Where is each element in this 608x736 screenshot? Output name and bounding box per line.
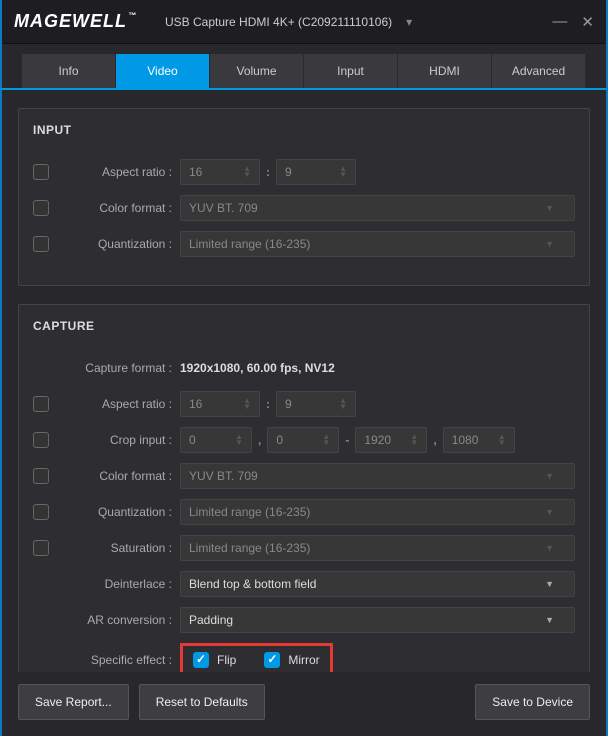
input-aspect-label: Aspect ratio :	[65, 165, 180, 179]
app-window: MAGEWELL™ USB Capture HDMI 4K+ (C2092111…	[0, 0, 608, 736]
capture-aspect-h-spinner[interactable]: 9▲▼	[276, 391, 356, 417]
crop-x-spinner[interactable]: 0▲▼	[180, 427, 252, 453]
input-panel: INPUT Aspect ratio : 16▲▼ : 9▲▼ Color fo…	[18, 108, 590, 286]
chevron-down-icon: ▼	[545, 615, 554, 625]
flip-label: Flip	[217, 653, 236, 667]
crop-w-spinner[interactable]: 1920▲▼	[355, 427, 427, 453]
deinterlace-select[interactable]: Blend top & bottom field▼	[180, 571, 575, 597]
input-quant-label: Quantization :	[65, 237, 180, 251]
app-logo: MAGEWELL™	[14, 11, 137, 32]
capture-sat-label: Saturation :	[65, 541, 180, 555]
input-quant-select[interactable]: Limited range (16-235)▼	[180, 231, 575, 257]
chevron-down-icon: ▼	[545, 239, 554, 249]
input-quant-checkbox[interactable]	[33, 236, 49, 252]
device-name: USB Capture HDMI 4K+ (C209211110106)	[165, 15, 392, 29]
chevron-down-icon: ▼	[545, 543, 554, 553]
capture-quant-checkbox[interactable]	[33, 504, 49, 520]
chevron-down-icon: ▼	[545, 203, 554, 213]
input-aspect-h-spinner[interactable]: 9▲▼	[276, 159, 356, 185]
content-area: INPUT Aspect ratio : 16▲▼ : 9▲▼ Color fo…	[2, 90, 606, 672]
ar-conversion-select[interactable]: Padding▼	[180, 607, 575, 633]
tab-video[interactable]: Video	[116, 54, 210, 88]
deinterlace-label: Deinterlace :	[65, 577, 180, 591]
chevron-down-icon: ▼	[545, 579, 554, 589]
chevron-down-icon: ▼	[545, 471, 554, 481]
specific-effect-highlight: Flip Mirror	[180, 643, 333, 672]
capture-crop-label: Crop input :	[65, 433, 180, 447]
tab-advanced[interactable]: Advanced	[492, 54, 586, 88]
capture-panel: CAPTURE Capture format : 1920x1080, 60.0…	[18, 304, 590, 672]
crop-h-spinner[interactable]: 1080▲▼	[443, 427, 515, 453]
chevron-down-icon: ▼	[545, 507, 554, 517]
capture-sat-select[interactable]: Limited range (16-235)▼	[180, 535, 575, 561]
tab-bar: Info Video Volume Input HDMI Advanced	[2, 44, 606, 90]
capture-format-value: 1920x1080, 60.00 fps, NV12	[180, 356, 335, 380]
save-report-button[interactable]: Save Report...	[18, 684, 129, 720]
capture-colorfmt-checkbox[interactable]	[33, 468, 49, 484]
tab-input[interactable]: Input	[304, 54, 398, 88]
ar-conversion-label: AR conversion :	[65, 613, 180, 627]
close-button[interactable]: ✕	[581, 13, 594, 31]
device-dropdown[interactable]: USB Capture HDMI 4K+ (C209211110106) ▾	[165, 15, 412, 29]
input-panel-title: INPUT	[33, 123, 575, 137]
tab-volume[interactable]: Volume	[210, 54, 304, 88]
capture-aspect-checkbox[interactable]	[33, 396, 49, 412]
input-aspect-w-spinner[interactable]: 16▲▼	[180, 159, 260, 185]
capture-crop-checkbox[interactable]	[33, 432, 49, 448]
footer: Save Report... Reset to Defaults Save to…	[2, 672, 606, 736]
crop-y-spinner[interactable]: 0▲▼	[267, 427, 339, 453]
input-colorfmt-label: Color format :	[65, 201, 180, 215]
reset-defaults-button[interactable]: Reset to Defaults	[139, 684, 265, 720]
tab-info[interactable]: Info	[22, 54, 116, 88]
tab-hdmi[interactable]: HDMI	[398, 54, 492, 88]
save-to-device-button[interactable]: Save to Device	[475, 684, 590, 720]
capture-colorfmt-label: Color format :	[65, 469, 180, 483]
mirror-checkbox[interactable]	[264, 652, 280, 668]
mirror-label: Mirror	[288, 653, 319, 667]
capture-aspect-label: Aspect ratio :	[65, 397, 180, 411]
specific-effect-label: Specific effect :	[65, 653, 180, 667]
input-colorfmt-select[interactable]: YUV BT. 709▼	[180, 195, 575, 221]
input-colorfmt-checkbox[interactable]	[33, 200, 49, 216]
capture-quant-label: Quantization :	[65, 505, 180, 519]
capture-sat-checkbox[interactable]	[33, 540, 49, 556]
titlebar: MAGEWELL™ USB Capture HDMI 4K+ (C2092111…	[2, 0, 606, 44]
input-aspect-checkbox[interactable]	[33, 164, 49, 180]
capture-colorfmt-select[interactable]: YUV BT. 709▼	[180, 463, 575, 489]
capture-quant-select[interactable]: Limited range (16-235)▼	[180, 499, 575, 525]
capture-panel-title: CAPTURE	[33, 319, 575, 333]
capture-format-label: Capture format :	[65, 361, 180, 375]
minimize-button[interactable]: —	[552, 13, 567, 31]
chevron-down-icon: ▾	[406, 15, 412, 29]
flip-checkbox[interactable]	[193, 652, 209, 668]
capture-aspect-w-spinner[interactable]: 16▲▼	[180, 391, 260, 417]
